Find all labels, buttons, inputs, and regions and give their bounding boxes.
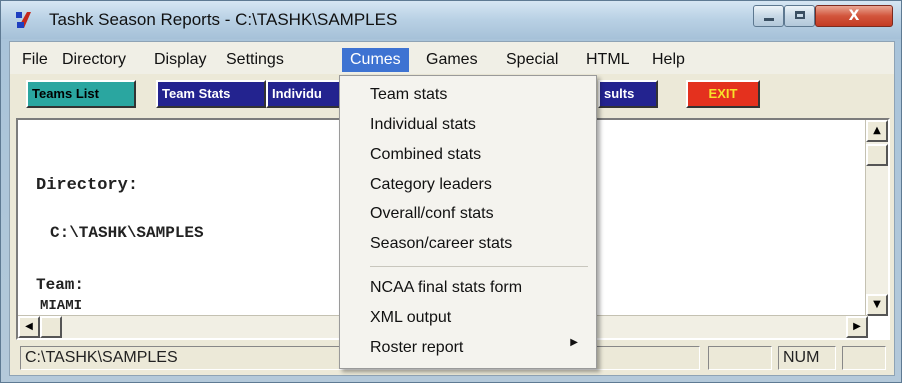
- menu-directory[interactable]: Directory: [54, 48, 134, 72]
- menu-item-individual-stats[interactable]: Individual stats: [370, 112, 476, 138]
- menu-display[interactable]: Display: [146, 48, 214, 72]
- app-icon: [16, 12, 35, 28]
- scroll-down-icon[interactable]: ▼: [866, 294, 888, 316]
- menu-html[interactable]: HTML: [578, 48, 638, 72]
- status-num: NUM: [778, 346, 836, 370]
- teams-list-button[interactable]: Teams List: [26, 80, 136, 108]
- submenu-arrow-icon: ▶: [570, 337, 578, 348]
- scroll-up-icon[interactable]: ▲: [866, 120, 888, 142]
- menu-item-overall-conf-stats[interactable]: Overall/conf stats: [370, 201, 494, 227]
- menu-special[interactable]: Special: [498, 48, 566, 72]
- close-icon: X: [848, 8, 860, 24]
- status-panel-blank: [708, 346, 772, 370]
- maximize-icon: [795, 11, 805, 19]
- menu-bar: File Directory Display Settings Cumes Ga…: [10, 42, 894, 75]
- maximize-button[interactable]: [784, 5, 815, 27]
- exit-button[interactable]: EXIT: [686, 80, 760, 108]
- menu-separator: [370, 266, 588, 267]
- results-button[interactable]: sults: [598, 80, 658, 108]
- menu-games[interactable]: Games: [418, 48, 486, 72]
- menu-item-category-leaders[interactable]: Category leaders: [370, 172, 492, 198]
- cumes-dropdown-menu: Team stats Individual stats Combined sta…: [339, 75, 597, 369]
- team-stats-button[interactable]: Team Stats: [156, 80, 266, 108]
- menu-file[interactable]: File: [14, 48, 56, 72]
- title-bar[interactable]: Tashk Season Reports - C:\TASHK\SAMPLES …: [1, 1, 901, 39]
- directory-label: Directory:: [36, 176, 139, 195]
- close-button[interactable]: X: [815, 5, 893, 27]
- menu-item-combined-stats[interactable]: Combined stats: [370, 142, 481, 168]
- menu-item-season-career-stats[interactable]: Season/career stats: [370, 231, 512, 257]
- menu-item-team-stats[interactable]: Team stats: [370, 82, 447, 108]
- menu-help[interactable]: Help: [644, 48, 693, 72]
- team-label: Team:: [36, 276, 85, 294]
- team-value: MIAMI: [40, 298, 83, 314]
- menu-settings[interactable]: Settings: [218, 48, 292, 72]
- menu-item-xml-output[interactable]: XML output: [370, 305, 451, 331]
- status-panel-end: [842, 346, 886, 370]
- horizontal-scroll-thumb[interactable]: [40, 316, 62, 338]
- directory-value: C:\TASHK\SAMPLES: [50, 224, 204, 242]
- app-window: Tashk Season Reports - C:\TASHK\SAMPLES …: [0, 0, 902, 383]
- individual-stats-button[interactable]: Individu: [266, 80, 342, 108]
- window-title: Tashk Season Reports - C:\TASHK\SAMPLES: [49, 10, 398, 29]
- minimize-icon: [764, 18, 774, 21]
- scroll-right-icon[interactable]: ▶: [846, 316, 868, 338]
- menu-item-ncaa-final-stats-form[interactable]: NCAA final stats form: [370, 275, 522, 301]
- scroll-thumb[interactable]: [866, 144, 888, 166]
- menu-item-roster-report[interactable]: Roster report: [370, 335, 463, 361]
- scroll-left-icon[interactable]: ◀: [18, 316, 40, 338]
- menu-cumes[interactable]: Cumes: [342, 48, 409, 72]
- vertical-scrollbar[interactable]: ▲ ▼: [865, 120, 888, 316]
- minimize-button[interactable]: [753, 5, 784, 27]
